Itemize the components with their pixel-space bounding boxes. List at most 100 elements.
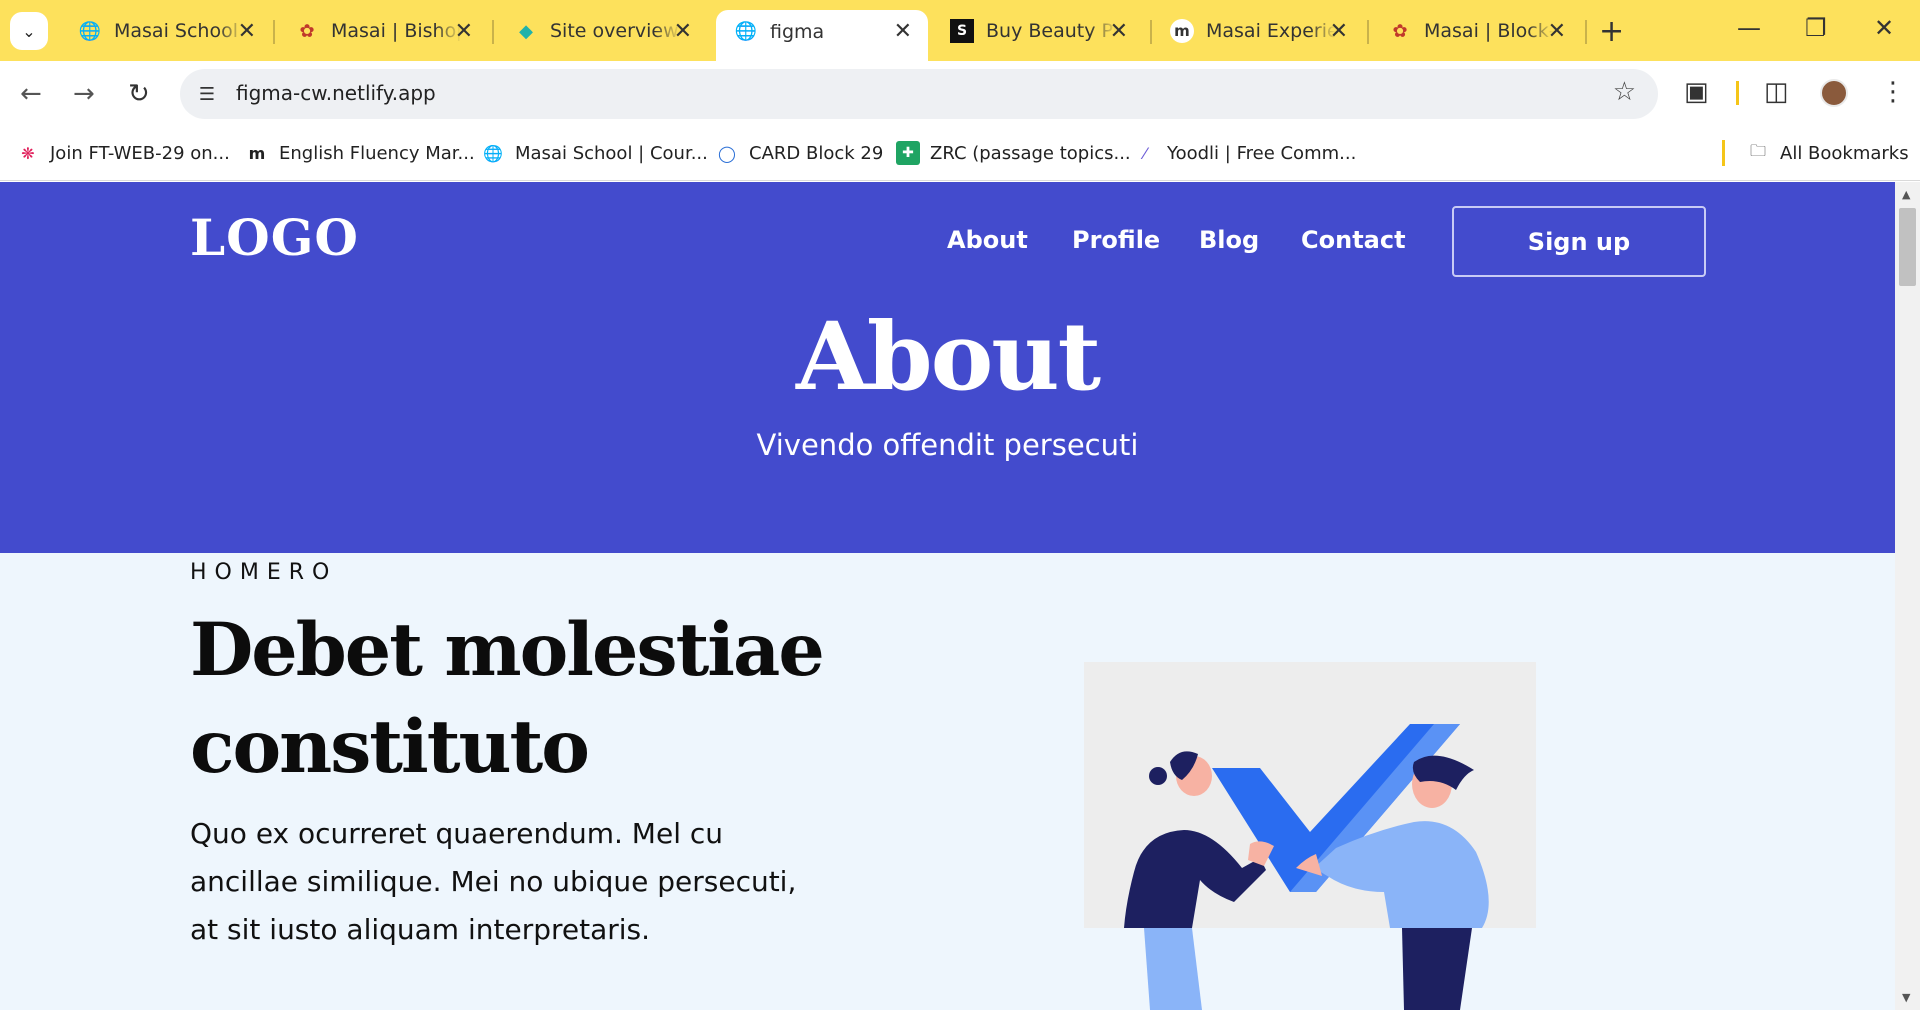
nav-link-about[interactable]: About (947, 226, 1028, 254)
bookmark-label: Yoodli | Free Comm... (1167, 142, 1357, 164)
bookmark-item[interactable]: ❋ Join FT-WEB-29 on... (16, 138, 230, 168)
forward-button[interactable]: → (73, 79, 95, 109)
side-panel-button[interactable]: ◫ (1764, 77, 1789, 107)
nav-link-profile[interactable]: Profile (1072, 226, 1160, 254)
signup-button[interactable]: Sign up (1452, 206, 1706, 277)
minimize-icon: — (1737, 14, 1761, 42)
bookmark-label: Masai School | Cour... (515, 142, 708, 164)
beauty-logo-icon: S (950, 19, 974, 43)
bookmark-item[interactable]: ◯ CARD Block 29 (715, 138, 883, 168)
tab-separator (273, 20, 275, 44)
bookmark-label: ZRC (passage topics... (930, 142, 1131, 164)
close-icon[interactable]: ✕ (1330, 19, 1348, 44)
page-viewport: LOGO About Profile Blog Contact Sign up … (0, 182, 1895, 1010)
bookmarks-bar: ❋ Join FT-WEB-29 on... m English Fluency… (0, 128, 1920, 181)
tab-buy-beauty[interactable]: S Buy Beauty Pr ✕ (932, 10, 1144, 52)
tab-masai-bishop[interactable]: ✿ Masai | Bishop ✕ (277, 10, 489, 52)
side-panel-icon: ◫ (1764, 77, 1789, 107)
extensions-button[interactable]: ▣ (1684, 77, 1709, 107)
plus-icon: + (1599, 14, 1625, 49)
globe-icon: 🌐 (483, 143, 503, 163)
scroll-down-arrow-icon[interactable]: ▼ (1902, 991, 1910, 1004)
bookmark-star-icon[interactable]: ☆ (1613, 77, 1636, 107)
kebab-menu-icon: ⋮ (1880, 77, 1906, 107)
hero-subtitle: Vivendo offendit persecuti (756, 428, 1139, 462)
site-settings-icon[interactable]: ☰ (194, 81, 220, 107)
reload-icon: ↻ (128, 79, 150, 109)
tab-masai-school[interactable]: 🌐 Masai School ✕ (60, 10, 272, 52)
tab-title: Masai School (114, 20, 238, 42)
team-checkmark-illustration (1084, 662, 1536, 1010)
bookmark-item[interactable]: 🌐 Masai School | Cour... (481, 138, 708, 168)
tab-masai-block[interactable]: ✿ Masai | Block- ✕ (1370, 10, 1582, 52)
masai-flower-icon: ✿ (1392, 20, 1408, 42)
tab-strip: ⌄ 🌐 Masai School ✕ ✿ Masai | Bishop ✕ ◆ … (0, 0, 1920, 61)
bookmarks-divider (1722, 140, 1725, 166)
site-logo[interactable]: LOGO (190, 208, 359, 267)
close-icon[interactable]: ✕ (238, 19, 256, 44)
back-button[interactable]: ← (20, 79, 42, 109)
arrow-left-icon: ← (20, 79, 42, 109)
close-icon[interactable]: ✕ (1548, 19, 1566, 44)
address-bar[interactable]: ☰ figma-cw.netlify.app ☆ (180, 69, 1658, 119)
tab-figma[interactable]: 🌐 figma ✕ (716, 10, 928, 61)
restore-icon: ❐ (1805, 14, 1827, 42)
tab-title: Masai | Bishop (331, 20, 461, 42)
toolbar-divider (1736, 81, 1739, 105)
minimize-button[interactable]: — (1737, 14, 1761, 42)
tab-title: Site overview | (550, 20, 680, 42)
section-body: Quo ex ocurreret quaerendum. Mel cu anci… (190, 817, 797, 946)
sheets-icon: ✚ (896, 141, 920, 165)
netlify-diamond-icon: ◆ (519, 20, 533, 42)
new-tab-button[interactable]: + (1599, 14, 1624, 49)
close-icon: ✕ (1874, 14, 1895, 42)
bookmark-item[interactable]: ⁄ Yoodli | Free Comm... (1133, 138, 1357, 168)
left-person-bun (1149, 767, 1167, 785)
puzzle-icon: ▣ (1684, 77, 1709, 107)
tab-separator (1585, 20, 1587, 44)
close-window-button[interactable]: ✕ (1874, 14, 1894, 42)
reload-button[interactable]: ↻ (128, 79, 150, 109)
hero-title: About (795, 302, 1101, 412)
bookmark-label: Join FT-WEB-29 on... (50, 142, 230, 164)
browser-toolbar: ← → ↻ ☰ figma-cw.netlify.app ☆ ▣ ◫ ⋮ (0, 61, 1920, 128)
scroll-up-arrow-icon[interactable]: ▲ (1902, 188, 1910, 201)
tab-separator (1367, 20, 1369, 44)
bookmark-label: English Fluency Mar... (279, 142, 475, 164)
restore-button[interactable]: ❐ (1805, 14, 1827, 42)
bookmark-item[interactable]: m English Fluency Mar... (245, 138, 475, 168)
all-bookmarks-label: All Bookmarks (1780, 142, 1909, 164)
yoodli-icon: ⁄ (1143, 143, 1147, 163)
hero-section: LOGO About Profile Blog Contact Sign up … (0, 182, 1895, 553)
right-person-legs (1402, 928, 1472, 1010)
scrollbar-thumb[interactable] (1899, 208, 1916, 286)
tab-masai-experience[interactable]: m Masai Experie ✕ (1152, 10, 1364, 52)
section-headline: Debet molestiae constituto (190, 607, 825, 790)
menu-button[interactable]: ⋮ (1880, 77, 1906, 107)
page-scrollbar[interactable]: ▲ ▼ (1895, 182, 1920, 1010)
close-icon[interactable]: ✕ (674, 19, 692, 44)
chevron-down-icon: ⌄ (22, 21, 36, 41)
masai-m-icon: m (248, 143, 266, 163)
tab-site-overview[interactable]: ◆ Site overview | ✕ (496, 10, 708, 52)
all-bookmarks-button[interactable]: 🗀 All Bookmarks (1746, 138, 1909, 168)
globe-icon: 🌐 (734, 21, 758, 42)
folder-icon: 🗀 (1749, 140, 1766, 160)
close-icon[interactable]: ✕ (455, 19, 473, 44)
section-eyebrow: HOMERO (190, 560, 338, 585)
tab-title: Buy Beauty Pr (986, 20, 1116, 42)
tab-search-button[interactable]: ⌄ (10, 12, 48, 50)
left-person-legs (1144, 928, 1202, 1010)
masai-flower-icon: ✿ (299, 20, 315, 42)
globe-icon: 🌐 (78, 20, 102, 42)
tab-separator (492, 20, 494, 44)
nav-link-contact[interactable]: Contact (1301, 226, 1406, 254)
nav-link-blog[interactable]: Blog (1199, 226, 1259, 254)
url-text[interactable]: figma-cw.netlify.app (236, 81, 436, 105)
bookmark-item[interactable]: ✚ ZRC (passage topics... (896, 138, 1131, 168)
profile-avatar[interactable] (1820, 79, 1848, 107)
masai-m-icon: m (1170, 19, 1194, 43)
card-icon: ◯ (718, 143, 736, 163)
close-icon[interactable]: ✕ (1110, 19, 1128, 44)
close-icon[interactable]: ✕ (894, 19, 912, 44)
